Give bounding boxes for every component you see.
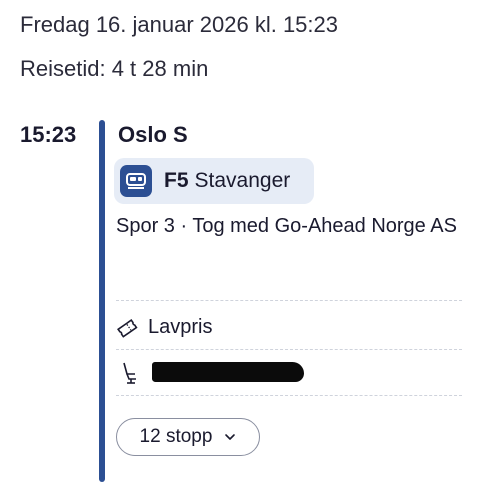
stops-count-label: 12 stopp — [139, 426, 213, 447]
platform-operator-info: Spor 3 · Tog med Go-Ahead Norge AS — [116, 215, 457, 237]
station-name: Oslo S — [118, 122, 188, 147]
ticket-type-row: Lavpris — [116, 316, 212, 339]
line-code: F5 — [164, 169, 189, 192]
departure-date: Fredag 16. januar 2026 kl. 15:23 — [20, 12, 339, 37]
train-icon — [120, 165, 152, 197]
line-chip[interactable]: F5 Stavanger — [114, 158, 314, 204]
ticket-type-label: Lavpris — [148, 316, 213, 338]
timeline-bar — [99, 120, 105, 482]
travel-time: Reisetid: 4 t 28 min — [20, 56, 209, 81]
show-stops-button[interactable]: 12 stopp — [116, 418, 260, 456]
line-destination: Stavanger — [194, 169, 291, 192]
divider — [116, 300, 462, 301]
ticket-icon — [117, 318, 138, 338]
seat-icon — [123, 362, 136, 384]
seat-row — [120, 360, 304, 384]
redacted-seat-info — [152, 362, 304, 382]
divider — [116, 395, 462, 396]
departure-time: 15:23 — [20, 122, 77, 147]
divider — [116, 349, 462, 350]
chevron-down-icon — [225, 434, 236, 440]
